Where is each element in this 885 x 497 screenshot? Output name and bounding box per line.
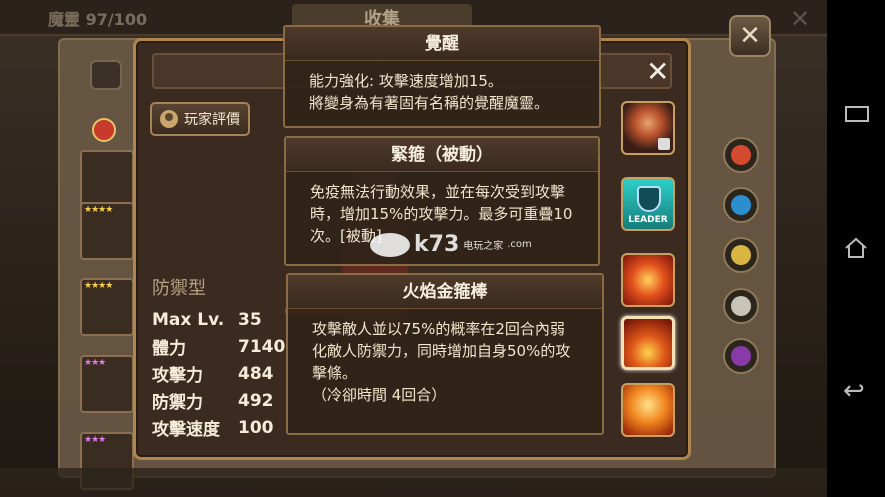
outer-close-button[interactable]: ✕ [729, 15, 771, 57]
awakened-portrait-skill[interactable] [621, 101, 675, 155]
stat-row: 體力 7140 [152, 336, 286, 360]
wind-filter-button[interactable] [723, 237, 759, 273]
watermark-subtext: 电玩之家 [463, 241, 504, 252]
bottom-strip [0, 468, 827, 497]
monster-list: ★★★★ ★★★★ ★★★ ★★★ [80, 150, 136, 490]
leader-skill-button[interactable]: LEADER [621, 177, 675, 231]
fire-filter-button[interactable] [723, 137, 759, 173]
stat-row: Max Lv. 35 [152, 309, 262, 330]
panel-body: 攻擊敵人並以75%的概率在2回合內弱化敵人防禦力，同時增加自身50%的攻擊條。 … [312, 320, 571, 404]
stat-row: 攻擊力 484 [152, 363, 274, 387]
water-filter-button[interactable] [723, 187, 759, 223]
watermark-text: k73 [414, 232, 460, 257]
watermark: k73 电玩之家 .com [370, 232, 532, 257]
back-icon[interactable]: ↩ [843, 376, 865, 406]
monster-type: 防禦型 [152, 278, 206, 299]
star-rating: ★★★★ [84, 281, 113, 291]
android-nav-bar: ↩ [827, 0, 885, 497]
fire-element-icon[interactable] [92, 118, 116, 142]
player-review-label: 玩家評價 [184, 112, 240, 128]
panel-title: 火焰金箍棒 [288, 275, 602, 309]
recent-apps-icon[interactable] [845, 106, 869, 122]
dialog-close-button[interactable]: ✕ [646, 55, 669, 88]
star-rating: ★★★★ [84, 205, 113, 215]
list-item[interactable]: ★★★ [80, 355, 134, 413]
dark-filter-button[interactable] [723, 338, 759, 374]
player-review-button[interactable]: 玩家評價 [150, 102, 250, 136]
background-close-icon: ✕ [790, 5, 811, 33]
stat-row: 攻擊速度 100 [152, 417, 274, 441]
active-skill-panel: 火焰金箍棒 攻擊敵人並以75%的概率在2回合內弱化敵人防禦力，同時增加自身50%… [286, 273, 604, 435]
shield-icon [637, 186, 661, 212]
light-element-icon [731, 296, 751, 316]
star-rating: ★★★ [84, 435, 106, 445]
coins-icon [160, 110, 178, 128]
fist-skill-button[interactable] [621, 383, 675, 437]
wind-element-icon [731, 245, 751, 265]
light-filter-button[interactable] [723, 288, 759, 324]
stat-row: 防禦力 492 [152, 390, 274, 414]
panel-title: 緊箍（被動） [286, 138, 598, 172]
water-element-icon [731, 195, 751, 215]
dark-element-icon [731, 346, 751, 366]
passive-skill-button[interactable] [621, 253, 675, 307]
game-screen: 魔靈 97/100 收集 ✕ ★★★★ ★★★★ ★★★ ★★★ ✕ ✕ 玩家評… [0, 0, 827, 497]
fire-staff-skill-button[interactable] [621, 316, 675, 370]
fire-element-icon [731, 145, 751, 165]
lock-icon [658, 138, 670, 150]
panel-body: 能力強化: 攻擊速度增加15。 將變身為有著固有名稱的覺醒魔靈。 [309, 72, 550, 112]
watermark-domain: .com [507, 239, 532, 250]
list-item[interactable]: ★★★★ [80, 278, 134, 336]
panel-title: 覺醒 [285, 27, 599, 61]
leader-label: LEADER [628, 215, 668, 225]
star-rating: ★★★ [84, 358, 106, 368]
list-item[interactable] [80, 150, 134, 208]
list-item[interactable]: ★★★★ [80, 202, 134, 260]
monster-count: 魔靈 97/100 [48, 10, 148, 29]
watermark-logo-icon [370, 232, 410, 257]
stats-table: 防禦型 Max Lv. 35 體力 7140 攻擊力 484 防禦力 492 攻擊速度 1… [152, 274, 292, 444]
awakening-panel: 覺醒 能力強化: 攻擊速度增加15。 將變身為有著固有名稱的覺醒魔靈。 [283, 25, 601, 128]
home-icon[interactable] [843, 236, 869, 260]
filter-icon[interactable] [90, 60, 122, 90]
